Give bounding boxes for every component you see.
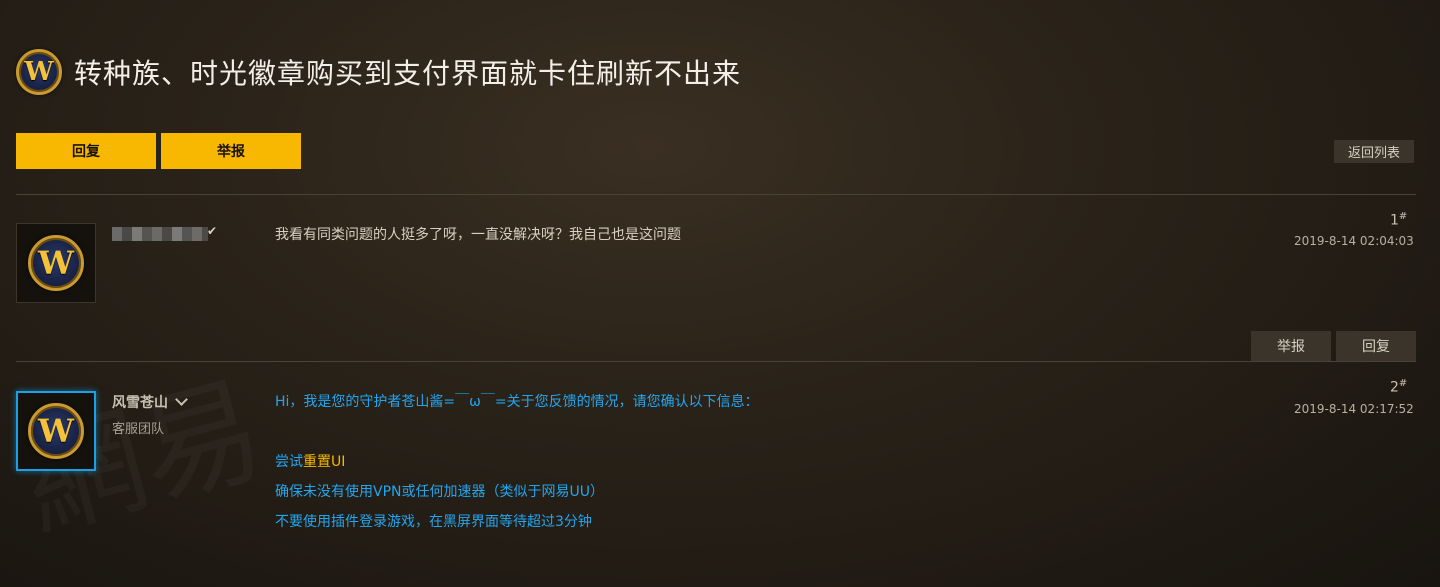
post-1-floor: 1# [1390,211,1408,229]
divider [16,194,1416,195]
wow-logo-icon: W [16,49,62,95]
post-2-line-1: 尝试重置UI [275,454,346,470]
post-2-date: 2019-8-14 02:17:52 [1294,402,1414,416]
post-2-team: 客服团队 [112,422,165,437]
post-2-avatar[interactable]: W [16,391,96,471]
post-2-line-2: 确保未没有使用VPN或任何加速器（类似于网易UU） [275,484,604,500]
post-1-date: 2019-8-14 02:04:03 [1294,234,1414,248]
post-2-floor: 2# [1390,378,1408,396]
post-2-intro: Hi，我是您的守护者苍山酱=￣ω￣=关于您反馈的情况，请您确认以下信息： [275,394,759,410]
post-1-report-button[interactable]: 举报 [1251,331,1331,361]
back-to-list-button[interactable]: 返回列表 [1334,140,1414,163]
report-button[interactable]: 举报 [161,133,301,169]
post-2-line-3: 不要使用插件登录游戏，在黑屏界面等待超过3分钟 [275,514,592,530]
reply-button[interactable]: 回复 [16,133,156,169]
post-1-reply-button[interactable]: 回复 [1336,331,1416,361]
post-1-author-blurred [112,227,208,241]
post-1-avatar[interactable]: W [16,223,96,303]
chevron-down-icon[interactable] [175,393,188,406]
page-title: 转种族、时光徽章购买到支付界面就卡住刷新不出来 [74,57,742,90]
reset-ui-link[interactable]: 重置UI [303,454,345,470]
post-1-content: 我看有同类问题的人挺多了呀，一直没解决呀？我自己也是这问题 [275,227,681,243]
post-2-author[interactable]: 风雪苍山 [112,392,188,412]
post-1-check-icon: ✔ [207,224,218,238]
